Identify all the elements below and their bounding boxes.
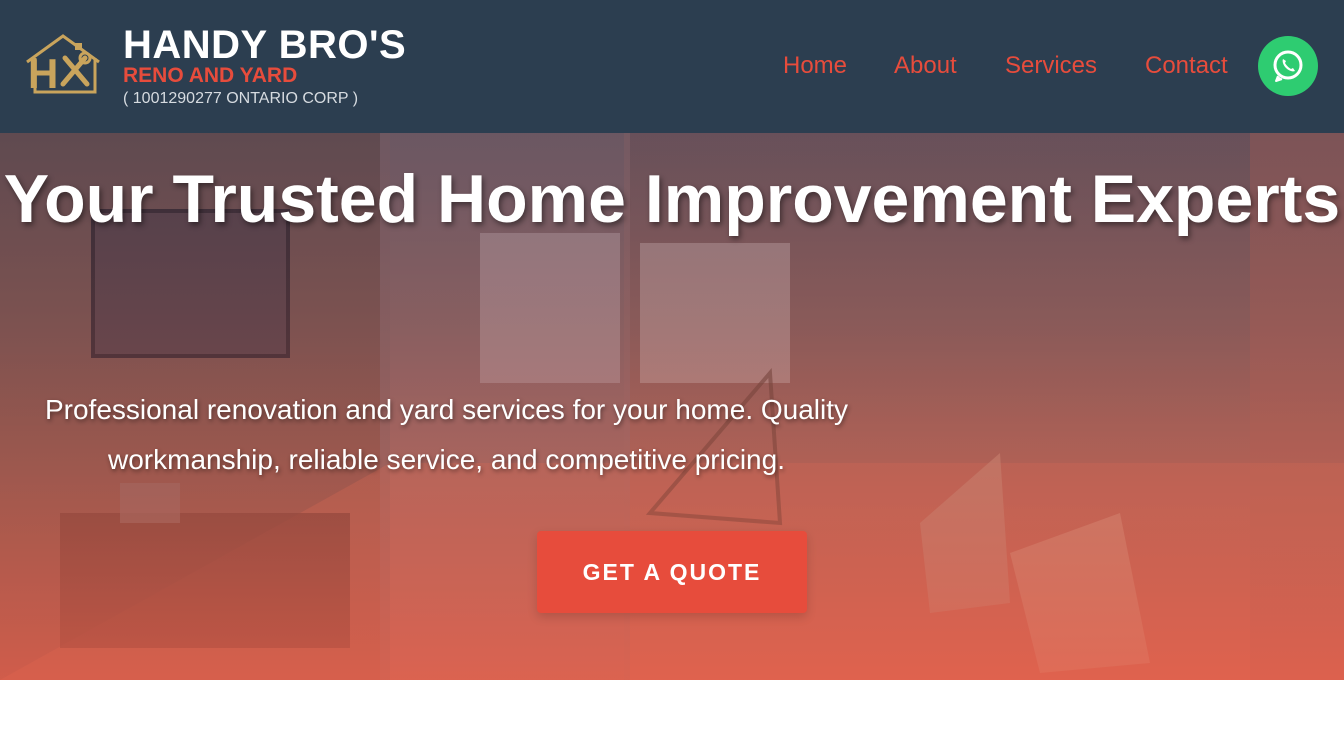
content-area	[0, 680, 1344, 729]
get-a-quote-button[interactable]: GET A QUOTE	[537, 531, 807, 613]
brand-corp-number: ( 1001290277 ONTARIO CORP )	[123, 90, 359, 107]
company-logo[interactable]: H	[25, 34, 101, 97]
hero-subtitle: Professional renovation and yard service…	[44, 394, 849, 475]
nav-contact-link[interactable]: Contact	[1145, 52, 1228, 80]
site-header: H HANDY BRO'S RENO AND YARD ( 1001290277…	[0, 0, 1344, 133]
whatsapp-button[interactable]	[1258, 36, 1318, 96]
house-tools-icon: H	[26, 34, 100, 97]
hero-title: Your Trusted Home Improvement Experts	[3, 161, 1341, 237]
nav-services-link[interactable]: Services	[1005, 52, 1097, 80]
brand-title: HANDY BRO'S	[123, 23, 407, 67]
hero-section: Your Trusted Home Improvement Experts Pr…	[0, 133, 1344, 680]
whatsapp-icon	[1273, 50, 1303, 82]
logo-letter: H	[28, 50, 58, 94]
nav-home-link[interactable]: Home	[783, 52, 847, 80]
nav-about-link[interactable]: About	[894, 52, 957, 80]
brand-subtitle: RENO AND YARD	[123, 64, 298, 87]
